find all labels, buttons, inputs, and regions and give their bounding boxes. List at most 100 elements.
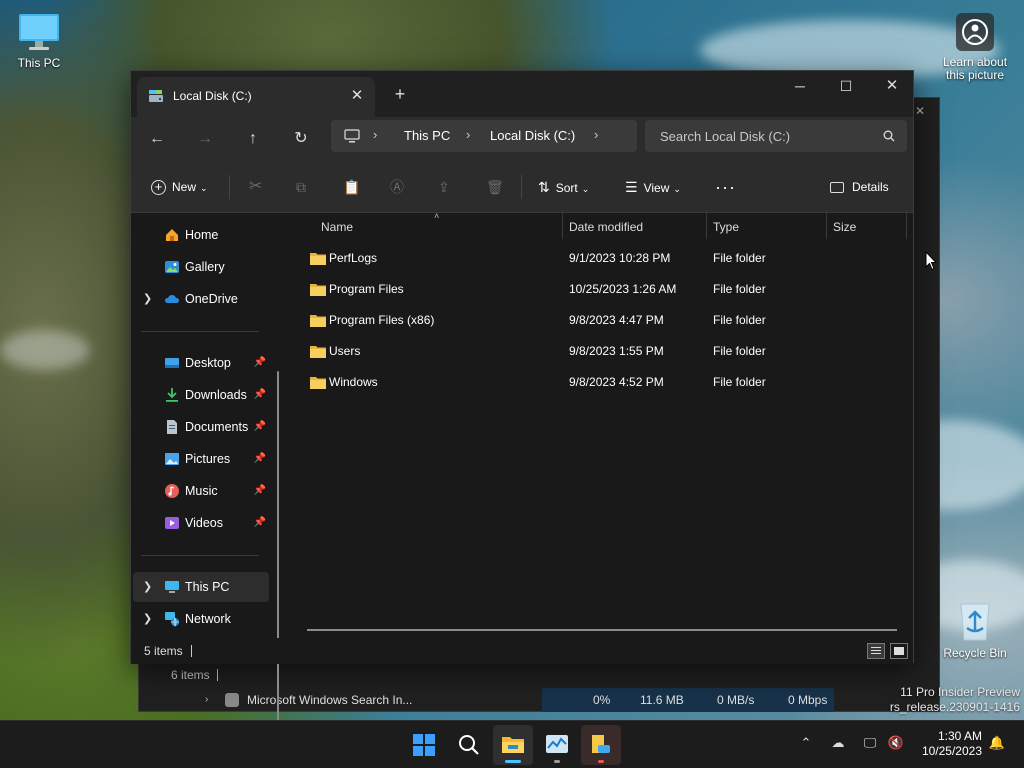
new-tab-button[interactable]: + [389,84,411,106]
notification-bell-icon[interactable]: 🔔 [987,735,1007,755]
task-manager-status: 6 items [139,664,939,686]
desktop-icon-learn-about-picture[interactable]: Learn about this picture [936,12,1014,82]
sort-button[interactable]: ⇅ Sort ⌄ [538,173,589,201]
network-display-icon[interactable]: 🖵 [860,735,880,755]
taskbar-file-explorer[interactable] [493,725,533,765]
sidebar-item-network[interactable]: ❯ Network [133,604,269,634]
table-row[interactable]: Windows 9/8/2023 4:52 PM File folder [305,367,909,398]
breadcrumb-chevron-icon[interactable]: › [373,127,377,142]
details-button[interactable]: Details [830,173,889,201]
tab-local-disk[interactable]: Local Disk (C:) ✕ [137,77,375,117]
sidebar-item-onedrive[interactable]: ❯ OneDrive [133,284,269,314]
column-header-name[interactable]: Name [305,213,563,241]
chevron-right-icon[interactable]: ❯ [143,284,152,314]
close-icon[interactable]: ✕ [915,104,925,118]
network-icon [165,612,179,627]
file-date-modified: 9/1/2023 10:28 PM [569,251,671,265]
search-box[interactable] [645,120,907,152]
paste-icon[interactable]: 📋 [343,173,360,201]
file-type: File folder [713,251,766,265]
view-label: View [643,181,670,195]
file-list: ˄ Name Date modified Type Size PerfLogs 9… [291,211,913,638]
refresh-icon[interactable]: ↻ [285,125,317,153]
system-clock[interactable]: 1:30 AM 10/25/2023 [922,729,982,759]
breadcrumb-this-pc[interactable]: This PC [404,128,450,143]
command-bar: + New ⌄ ✂ ⧉ 📋 Ⓐ ⇪ 🗑 ⇅ Sort ⌄ ☰ View ⌄ ··· Deta… [131,161,913,213]
title-bar[interactable]: Local Disk (C:) ✕ + ─ ☐ ✕ [131,71,913,117]
address-bar[interactable]: › This PC › Local Disk (C:) › [331,120,637,152]
volume-muted-icon[interactable]: 🔇 [886,735,906,755]
maximize-icon[interactable]: ☐ [823,71,869,103]
this-pc-icon [165,581,179,593]
chevron-right-icon[interactable]: ❯ [143,604,152,634]
search-input[interactable] [645,120,875,152]
sidebar-item-desktop[interactable]: Desktop 📌 [133,348,269,378]
details-pane-icon [830,182,844,194]
taskbar-task-manager[interactable] [537,725,577,765]
table-row[interactable]: Program Files (x86) 9/8/2023 4:47 PM File … [305,305,909,336]
sidebar-scrollbar[interactable] [277,371,279,733]
delete-icon[interactable]: 🗑 [486,173,504,201]
table-row[interactable]: PerfLogs 9/1/2023 10:28 PM File folder [305,243,909,274]
taskbar-app-disk-cleanup[interactable] [581,725,621,765]
status-bar: 5 items [131,638,913,664]
search-button[interactable] [449,725,489,765]
desktop-icon-recycle-bin[interactable]: Recycle Bin [937,598,1013,660]
show-hidden-icons-chevron-icon[interactable]: ⌃ [796,735,816,755]
sidebar-item-documents[interactable]: Documents 📌 [133,412,269,442]
process-disk: 0 MB/s [717,693,755,707]
chevron-right-icon[interactable]: ❯ [143,572,152,602]
desktop-icon-this-pc[interactable]: This PC [1,12,77,70]
monitor-icon [19,14,59,50]
copy-icon[interactable]: ⧉ [296,173,306,201]
sidebar-item-home[interactable]: Home [133,220,269,250]
onedrive-offline-icon[interactable]: ☁ [828,735,848,755]
sidebar-item-videos[interactable]: Videos 📌 [133,508,269,538]
plus-circle-icon: + [151,180,166,196]
table-row[interactable]: Program Files 10/25/2023 1:26 AM File fold… [305,274,909,305]
start-button[interactable] [404,725,444,765]
sidebar-item-this-pc[interactable]: ❯ This PC [133,572,269,602]
up-arrow-icon[interactable]: ↑ [237,125,269,153]
file-name: Windows [329,375,378,389]
column-header-date-modified[interactable]: Date modified [563,213,707,241]
process-row[interactable]: › Microsoft Windows Search In... 0% 11.6… [139,688,939,712]
cut-icon[interactable]: ✂ [249,173,262,201]
close-window-icon[interactable]: ✕ [869,71,915,103]
process-name: Microsoft Windows Search In... [247,693,413,707]
close-tab-icon[interactable]: ✕ [347,86,367,106]
column-header-type[interactable]: Type [707,213,827,241]
file-date-modified: 9/8/2023 4:52 PM [569,375,664,389]
items-count: 5 items [144,644,183,658]
breadcrumb-local-disk[interactable]: Local Disk (C:) [490,128,575,143]
navigation-bar: ← → ↑ ↻ › This PC › Local Disk (C:) › [131,117,913,161]
file-explorer-window[interactable]: Local Disk (C:) ✕ + ─ ☐ ✕ ← → ↑ ↻ › This… [130,70,914,733]
column-header-size[interactable]: Size [827,213,907,241]
search-icon[interactable] [883,130,895,142]
large-icons-view-icon[interactable] [890,643,908,659]
details-view-icon[interactable] [867,643,885,659]
chevron-right-icon[interactable]: › [205,688,208,712]
sort-icon: ⇅ [538,179,550,195]
breadcrumb-chevron-icon[interactable]: › [466,127,470,142]
column-header-label: Date modified [569,220,644,234]
process-cpu: 0% [593,693,611,707]
sidebar-item-music[interactable]: Music 📌 [133,476,269,506]
sidebar-item-downloads[interactable]: Downloads 📌 [133,380,269,410]
new-button[interactable]: + New ⌄ [151,173,208,201]
back-arrow-icon[interactable]: ← [141,125,173,153]
breadcrumb-chevron-icon[interactable]: › [594,127,598,142]
sidebar-item-gallery[interactable]: Gallery [133,252,269,282]
minimize-icon[interactable]: ─ [777,71,823,103]
horizontal-scrollbar[interactable] [307,629,897,631]
rename-icon[interactable]: Ⓐ [390,173,404,201]
view-button[interactable]: ☰ View ⌄ [625,173,681,201]
file-name: Program Files [329,282,404,296]
share-icon[interactable]: ⇪ [438,173,450,201]
sidebar-item-pictures[interactable]: Pictures 📌 [133,444,269,474]
forward-arrow-icon[interactable]: → [189,125,221,153]
taskbar: ⌃ ☁ 🖵 🔇 1:30 AM 10/25/2023 🔔 [0,720,1024,768]
sidebar-item-label: Desktop [185,356,231,370]
table-row[interactable]: Users 9/8/2023 1:55 PM File folder [305,336,909,367]
more-options-icon[interactable]: ··· [715,173,736,201]
